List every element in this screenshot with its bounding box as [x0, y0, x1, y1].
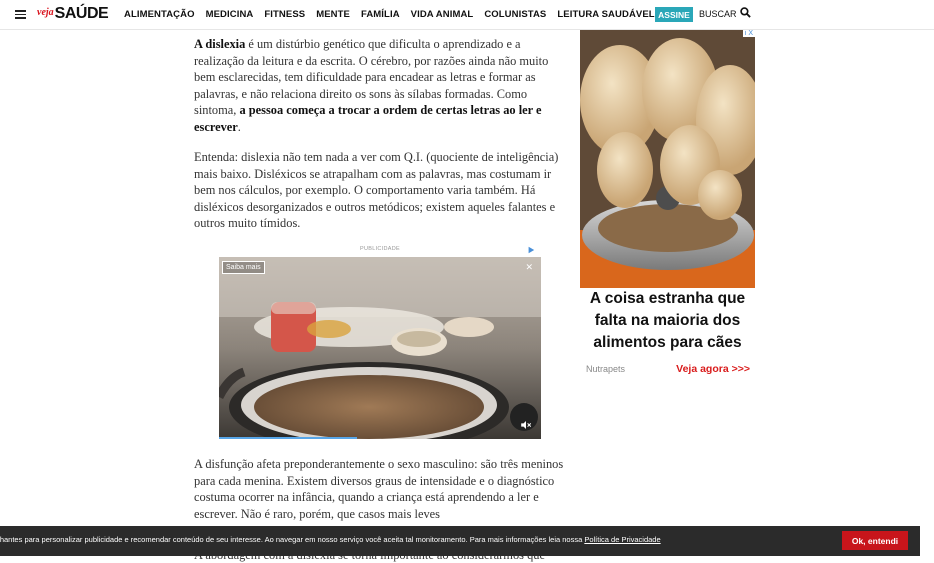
cookie-text: elhantes para personalizar publicidade e…: [0, 535, 661, 544]
article-paragraph-3: A disfunção afeta preponderantemente o s…: [194, 457, 564, 521]
nav-item-colunistas[interactable]: COLUNISTAS: [484, 9, 546, 20]
cookie-consent-bar: elhantes para personalizar publicidade e…: [0, 526, 920, 556]
subscribe-button[interactable]: ASSINE: [655, 7, 693, 22]
nav-item-fitness[interactable]: FITNESS: [264, 9, 305, 20]
bold-emphasis: a pessoa começa a trocar a ordem de cert…: [194, 103, 542, 134]
sidebar-ad-source: Nutrapets: [586, 364, 626, 374]
accept-cookies-button[interactable]: Ok, entendi: [842, 531, 908, 550]
mute-icon[interactable]: [521, 421, 531, 429]
site-logo[interactable]: veja SAÚDE: [37, 5, 109, 25]
sidebar-ad-headline[interactable]: A coisa estranha que falta na maioria do…: [580, 288, 755, 354]
close-icon[interactable]: ✕: [525, 262, 533, 273]
search-label: BUSCAR: [699, 8, 737, 19]
nav-item-medicina[interactable]: MEDICINA: [206, 9, 254, 20]
site-header: veja SAÚDE ALIMENTAÇÃO MEDICINA FITNESS …: [0, 0, 934, 30]
article-paragraph-1: A dislexia é um distúrbio genético que d…: [194, 36, 564, 135]
cooking-video-image: [219, 257, 541, 439]
article-body-continued: A disfunção afeta preponderantemente o s…: [194, 456, 564, 536]
sidebar-ad-cta[interactable]: Veja agora >>>: [676, 363, 750, 375]
nav-item-vida-animal[interactable]: VIDA ANIMAL: [411, 9, 474, 20]
logo-veja: veja: [37, 7, 54, 18]
hamburger-icon[interactable]: [15, 10, 26, 19]
search-button[interactable]: BUSCAR: [699, 7, 751, 19]
puppies-eating-image: [580, 30, 755, 288]
search-icon: [739, 7, 751, 18]
learn-more-button[interactable]: Saiba mais: [222, 261, 265, 274]
logo-saude: SAÚDE: [54, 5, 109, 22]
cookie-message: elhantes para personalizar publicidade e…: [0, 535, 585, 544]
paragraph-period: .: [237, 119, 241, 134]
nav-item-familia[interactable]: FAMÍLIA: [361, 9, 400, 20]
nav-item-leitura-saudavel[interactable]: LEITURA SAUDÁVEL: [557, 9, 654, 20]
adchoices-icon[interactable]: [527, 246, 535, 254]
nav-item-alimentacao[interactable]: ALIMENTAÇÃO: [124, 9, 195, 20]
ad-marker[interactable]: i X: [742, 30, 755, 37]
privacy-policy-link[interactable]: Política de Privacidade: [584, 535, 660, 544]
ad-video-frame[interactable]: Saiba mais ✕: [219, 257, 541, 439]
bold-lead: A dislexia: [194, 37, 246, 51]
sidebar-ad-image[interactable]: i X: [580, 30, 755, 288]
video-progress-bar[interactable]: [219, 437, 358, 439]
inline-video-ad[interactable]: PUBLICIDADE Saiba mais ✕: [219, 246, 541, 439]
nav-item-mente[interactable]: MENTE: [316, 9, 350, 20]
sidebar-ad[interactable]: i X A coisa estranha que falta na maiori…: [580, 30, 755, 385]
article-paragraph-2: Entenda: dislexia não tem nada a ver com…: [194, 150, 559, 230]
ad-label: PUBLICIDADE: [360, 246, 400, 252]
article-body: A dislexia é um distúrbio genético que d…: [194, 36, 564, 246]
main-nav: ALIMENTAÇÃO MEDICINA FITNESS MENTE FAMÍL…: [124, 9, 666, 20]
